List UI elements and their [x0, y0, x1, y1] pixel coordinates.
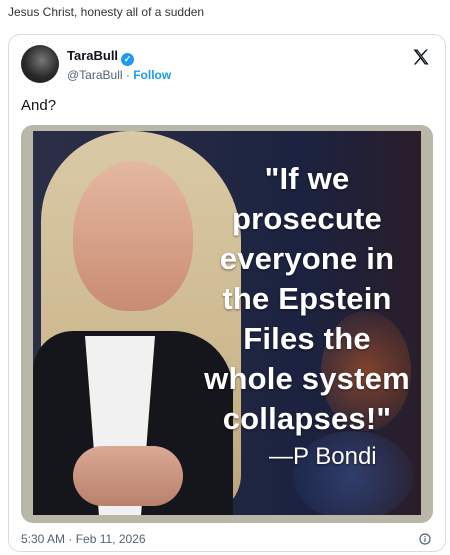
tweet-timestamp[interactable]: 5:30 AM · Feb 11, 2026	[21, 532, 146, 546]
separator: ·	[122, 68, 134, 82]
avatar[interactable]	[21, 45, 59, 83]
photo: "If we prosecute everyone in the Epstein…	[33, 131, 421, 515]
tweet-text: And?	[21, 97, 57, 114]
handle[interactable]: @TaraBull	[67, 68, 123, 82]
follow-link[interactable]: Follow	[133, 68, 171, 82]
tweet-image[interactable]: "If we prosecute everyone in the Epstein…	[21, 125, 433, 523]
quote-line: prosecute	[232, 201, 382, 236]
quote-line: "If we	[264, 161, 350, 196]
quote-line: collapses!"	[222, 401, 392, 436]
person-face	[73, 161, 193, 311]
info-icon[interactable]	[419, 533, 431, 545]
embedded-tweet-card[interactable]: TaraBull ✓ @TaraBull · Follow And? "If we…	[8, 34, 446, 552]
quote-line: everyone in	[219, 241, 395, 276]
post-caption: Jesus Christ, honesty all of a sudden	[8, 5, 205, 19]
quote-line: the Epstein	[222, 281, 392, 316]
quote-attribution: —P Bondi	[269, 443, 377, 470]
quote-line: whole system	[204, 361, 410, 396]
x-logo-icon[interactable]	[411, 47, 431, 67]
display-name[interactable]: TaraBull ✓	[67, 48, 135, 66]
image-quote: "If we prosecute everyone in the Epstein…	[193, 159, 421, 439]
handle-row: @TaraBull · Follow	[67, 68, 171, 82]
person-hand	[73, 446, 183, 506]
quote-line: Files the	[243, 321, 371, 356]
display-name-text[interactable]: TaraBull	[67, 48, 118, 63]
verified-badge-icon: ✓	[121, 53, 135, 66]
